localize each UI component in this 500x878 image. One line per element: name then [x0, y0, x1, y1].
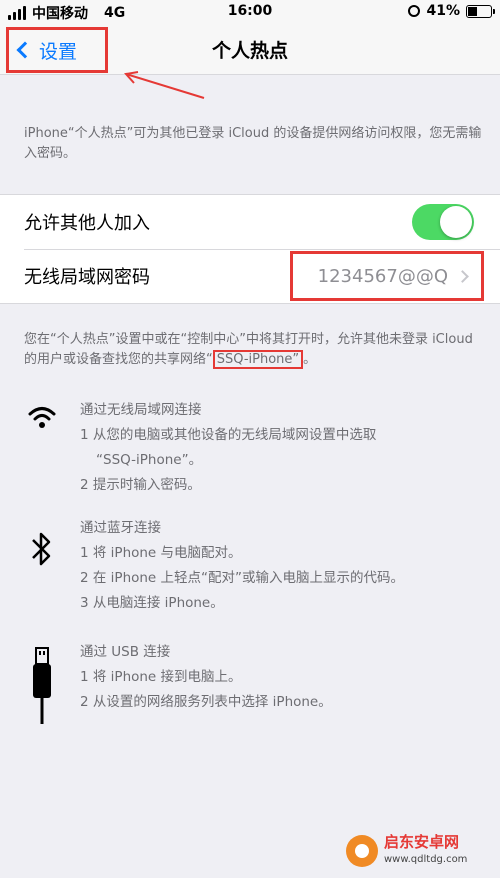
usb-method-title: 通过 USB 连接 — [80, 644, 171, 660]
usb-step: 1 将 iPhone 接到电脑上。 — [80, 669, 242, 685]
battery-percent: 41% — [426, 3, 460, 19]
watermark: 启东安卓网 www.qdltdg.com — [346, 834, 486, 868]
annotation-arrow-icon — [124, 71, 205, 99]
usb-cable-icon — [22, 646, 62, 726]
watermark-name: 启东安卓网 — [384, 833, 460, 851]
wifi-password-label: 无线局域网密码 — [24, 267, 150, 288]
wifi-password-value-box[interactable]: 1234567@@Q — [290, 251, 484, 301]
wifi-icon — [22, 404, 62, 430]
allow-others-label: 允许其他人加入 — [24, 213, 150, 234]
allow-others-toggle[interactable] — [412, 204, 474, 240]
usb-step: 2 从设置的网络服务列表中选择 iPhone。 — [80, 694, 332, 710]
wifi-password-row[interactable]: 无线局域网密码 1234567@@Q — [0, 249, 500, 303]
status-bar: 中国移动 4G 16:00 41% — [0, 0, 500, 24]
intro-text: iPhone“个人热点”可为其他已登录 iCloud 的设备提供网络访问权限，您… — [24, 126, 482, 161]
watermark-url: www.qdltdg.com — [384, 854, 468, 865]
wifi-step: “SSQ-iPhone”。 — [96, 452, 203, 468]
bluetooth-step: 1 将 iPhone 与电脑配对。 — [80, 545, 242, 561]
alarm-icon — [408, 5, 421, 17]
navigation-bar: 设置 个人热点 — [0, 24, 500, 75]
wifi-step: 2 提示时输入密码。 — [80, 477, 201, 493]
note-end: 。 — [303, 352, 317, 367]
network-name-highlight: SSQ-iPhone” — [212, 350, 304, 369]
chevron-right-icon — [456, 269, 469, 283]
allow-others-row: 允许其他人加入 — [0, 195, 500, 249]
bluetooth-icon — [22, 530, 62, 568]
wifi-method-title: 通过无线局域网连接 — [80, 402, 202, 418]
page-title: 个人热点 — [211, 40, 288, 62]
hotspot-settings-group: 允许其他人加入 无线局域网密码 1234567@@Q — [0, 194, 500, 304]
wifi-step: 1 从您的电脑或其他设备的无线局域网设置中选取 — [80, 427, 377, 443]
battery-icon — [466, 4, 495, 18]
bluetooth-method-title: 通过蓝牙连接 — [80, 520, 161, 536]
watermark-logo-icon — [346, 835, 378, 867]
wifi-password-value: 1234567@@Q — [317, 265, 448, 287]
discovery-note: 您在“个人热点”设置中或在“控制中心”中将其打开时，允许其他未登录 iCloud… — [24, 330, 484, 370]
bluetooth-step: 3 从电脑连接 iPhone。 — [80, 595, 224, 611]
bluetooth-step: 2 在 iPhone 上轻点“配对”或输入电脑上显示的代码。 — [80, 570, 405, 586]
